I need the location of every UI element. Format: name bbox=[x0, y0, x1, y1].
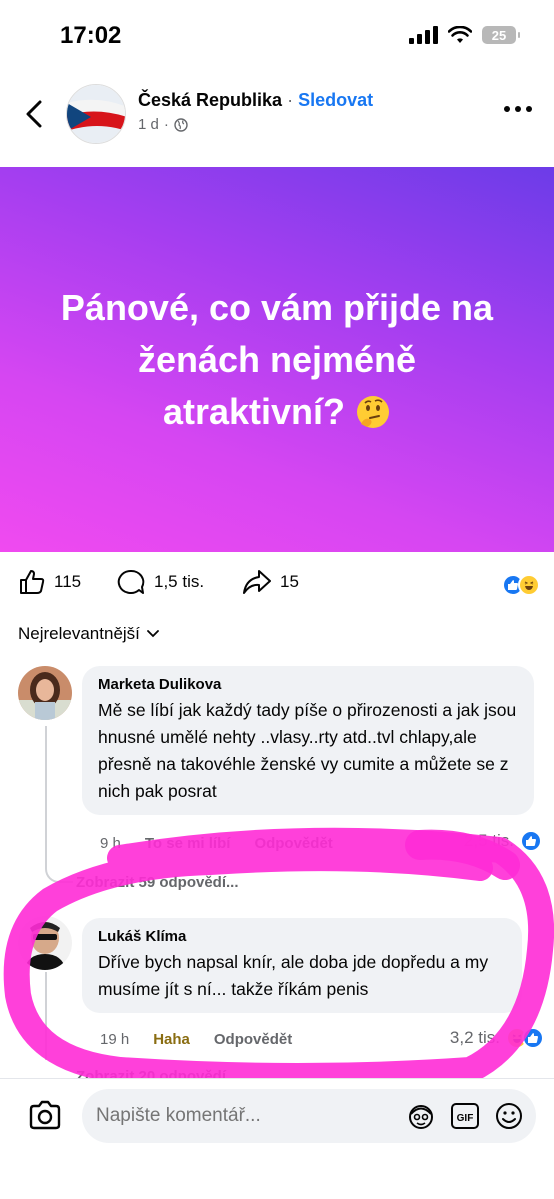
post-text: Pánové, co vám přijde na ženách nejméně … bbox=[60, 286, 494, 432]
like-action[interactable]: 115 bbox=[18, 568, 81, 596]
share-arrow-icon bbox=[243, 570, 271, 594]
status-bar: 17:02 25 bbox=[0, 0, 554, 72]
comment-actions: 19 h Haha Odpovědět bbox=[100, 1031, 292, 1048]
thread-line bbox=[45, 972, 47, 1060]
share-count: 15 bbox=[280, 572, 299, 591]
comment-bubble: Lukáš Klíma Dříve bych napsal knír, ale … bbox=[82, 918, 522, 1013]
haha-reaction-icon bbox=[518, 574, 540, 596]
battery-icon: 25 bbox=[482, 26, 520, 44]
haha-button[interactable]: Haha bbox=[153, 1031, 190, 1048]
share-action[interactable]: 15 bbox=[242, 568, 299, 596]
comment-composer: GIF bbox=[0, 1078, 554, 1199]
like-button[interactable]: To se mi líbí bbox=[145, 835, 231, 852]
comment-time[interactable]: 9 h bbox=[100, 835, 121, 852]
gif-icon[interactable]: GIF bbox=[450, 1101, 480, 1131]
chevron-left-icon[interactable] bbox=[20, 94, 50, 134]
more-horizontal-icon[interactable] bbox=[504, 106, 532, 112]
thread-line bbox=[45, 726, 47, 866]
camera-icon[interactable] bbox=[26, 1097, 64, 1135]
comment-reaction-count[interactable]: 3,2 tis. bbox=[450, 1027, 544, 1049]
comment-sort-dropdown[interactable]: Nejrelevantnější bbox=[18, 624, 160, 644]
post-reactions[interactable] bbox=[502, 574, 540, 596]
emoji-icon[interactable] bbox=[494, 1101, 524, 1131]
avatar[interactable] bbox=[18, 666, 72, 720]
post-meta: 1 d · bbox=[138, 116, 188, 133]
avatar-sticker-icon[interactable] bbox=[406, 1101, 436, 1131]
comment-text: Mě se líbí jak každý tady píše o přiroze… bbox=[98, 700, 517, 801]
comment-count: 1,5 tis. bbox=[154, 572, 205, 591]
post-header: Česká Republika · Sledovat 1 d · bbox=[0, 72, 554, 164]
page-avatar[interactable] bbox=[66, 84, 126, 144]
post-time[interactable]: 1 d bbox=[138, 116, 159, 133]
signal-icon bbox=[409, 26, 438, 44]
status-icons: 25 bbox=[409, 26, 520, 44]
reply-button[interactable]: Odpovědět bbox=[214, 1031, 292, 1048]
reaction-icons bbox=[506, 1027, 544, 1049]
svg-text:GIF: GIF bbox=[457, 1113, 474, 1124]
globe-icon bbox=[174, 117, 188, 132]
avatar[interactable] bbox=[18, 916, 72, 970]
follow-button[interactable]: Sledovat bbox=[298, 90, 373, 110]
comment-actions: 9 h To se mi líbí Odpovědět bbox=[100, 835, 333, 852]
comment-action[interactable]: 1,5 tis. bbox=[116, 568, 204, 596]
comment-reaction-count[interactable]: 2,5 tis. bbox=[464, 830, 542, 852]
thumbs-up-icon bbox=[20, 570, 45, 594]
comment-bubble: Marketa Dulikova Mě se líbí jak každý ta… bbox=[82, 666, 534, 815]
status-time: 17:02 bbox=[60, 22, 122, 49]
page-name-line: Česká Republika · Sledovat bbox=[138, 90, 373, 111]
thinking-face-emoji bbox=[357, 395, 390, 428]
like-reaction-icon bbox=[520, 830, 542, 852]
reaction-count: 2,5 tis. bbox=[463, 831, 514, 850]
czech-flag-icon bbox=[67, 85, 125, 143]
sort-label: Nejrelevantnější bbox=[18, 624, 140, 643]
comment-time[interactable]: 19 h bbox=[100, 1031, 129, 1048]
reply-button[interactable]: Odpovědět bbox=[254, 835, 332, 852]
comment-author[interactable]: Lukáš Klíma bbox=[98, 928, 506, 945]
comment-author[interactable]: Marketa Dulikova bbox=[98, 676, 518, 693]
post-image[interactable]: Pánové, co vám přijde na ženách nejméně … bbox=[0, 167, 554, 552]
chevron-down-icon bbox=[147, 630, 159, 638]
post-text-block: Pánové, co vám přijde na ženách nejméně … bbox=[57, 282, 497, 438]
like-count: 115 bbox=[54, 572, 82, 591]
comment-bubble-icon bbox=[117, 569, 145, 594]
view-replies-link[interactable]: Zobrazit 59 odpovědí... bbox=[76, 874, 239, 891]
thread-curve bbox=[45, 855, 73, 883]
comment-text: Dříve bych napsal knír, ale doba jde dop… bbox=[98, 952, 489, 999]
wifi-icon bbox=[448, 26, 472, 43]
name-separator: · bbox=[282, 90, 299, 110]
composer-icons: GIF bbox=[406, 1101, 524, 1131]
reaction-count: 3,2 tis. bbox=[449, 1028, 500, 1047]
view-replies-link[interactable]: Zobrazit 20 odpovědí... bbox=[76, 1068, 239, 1078]
like-reaction-icon bbox=[522, 1027, 544, 1049]
post-stats: 115 1,5 tis. 15 bbox=[0, 560, 554, 610]
page-name[interactable]: Česká Republika bbox=[138, 90, 282, 110]
